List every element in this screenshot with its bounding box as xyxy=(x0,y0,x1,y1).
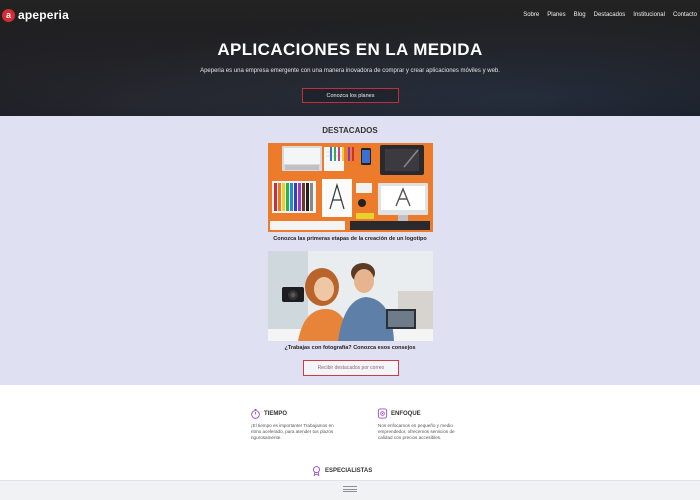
nav-item-contacto[interactable]: Contacto xyxy=(673,12,697,18)
logo-design-image[interactable] xyxy=(268,143,433,232)
main-nav: Sobre Planes Blog Destacados Institucion… xyxy=(523,12,697,18)
nav-item-blog[interactable]: Blog xyxy=(574,12,586,18)
hero-subtitle: Apeperia es una empresa emergente con un… xyxy=(200,68,500,74)
feature-tiempo-header: TIEMPO xyxy=(250,408,340,419)
design-desk-illustration xyxy=(268,143,433,232)
feature-enfoque-text: Nos enfocamos en pequeño y medio emprend… xyxy=(378,423,455,440)
award-medal-icon xyxy=(313,466,320,476)
hero-title: APLICACIONES EN LA MEDIDA xyxy=(217,40,483,59)
brand-name: apeperia xyxy=(18,8,69,22)
featured-section: DESTACADOS Conozca las primeras etapas d… xyxy=(0,116,700,385)
bottom-panel-bar xyxy=(0,480,700,500)
feature-especialistas: ESPECIALISTAS xyxy=(311,465,401,476)
feature-enfoque-header: ENFOQUE xyxy=(377,408,467,419)
feature-enfoque-title: ENFOQUE xyxy=(391,410,421,417)
subscribe-featured-button[interactable]: Recibir destacados por correo xyxy=(303,360,399,376)
photographers-illustration xyxy=(268,251,433,341)
feature-tiempo: TIEMPO ¡El tiempo es importante! Trabaja… xyxy=(250,408,340,441)
feature-tiempo-title: TIEMPO xyxy=(264,410,288,417)
card-caption-logo[interactable]: Conozca las primeras etapas de la creaci… xyxy=(0,236,700,242)
photography-image[interactable] xyxy=(268,251,433,341)
logo-mark-icon: a xyxy=(2,8,15,22)
feature-especialistas-header: ESPECIALISTAS xyxy=(311,465,401,476)
view-plans-button[interactable]: Conozca los planes xyxy=(302,88,399,103)
card-caption-photo[interactable]: ¿Trabajas con fotografía? Conozca esos c… xyxy=(0,345,700,351)
stopwatch-icon xyxy=(251,408,260,419)
feature-tiempo-text: ¡El tiempo es importante! Trabajamos en … xyxy=(251,423,334,440)
target-icon xyxy=(377,408,388,419)
brand-logo[interactable]: a apeperia xyxy=(2,8,69,22)
nav-item-planes[interactable]: Planes xyxy=(547,12,565,18)
nav-item-destacados[interactable]: Destacados xyxy=(594,12,626,18)
nav-item-sobre[interactable]: Sobre xyxy=(523,12,539,18)
feature-especialistas-title: ESPECIALISTAS xyxy=(325,467,373,474)
nav-item-institucional[interactable]: Institucional xyxy=(633,12,665,18)
feature-enfoque: ENFOQUE Nos enfocamos en pequeño y medio… xyxy=(377,408,467,441)
hero-section: a apeperia Sobre Planes Blog Destacados … xyxy=(0,0,700,116)
featured-heading: DESTACADOS xyxy=(322,126,378,135)
drag-handle-icon[interactable] xyxy=(343,486,357,492)
